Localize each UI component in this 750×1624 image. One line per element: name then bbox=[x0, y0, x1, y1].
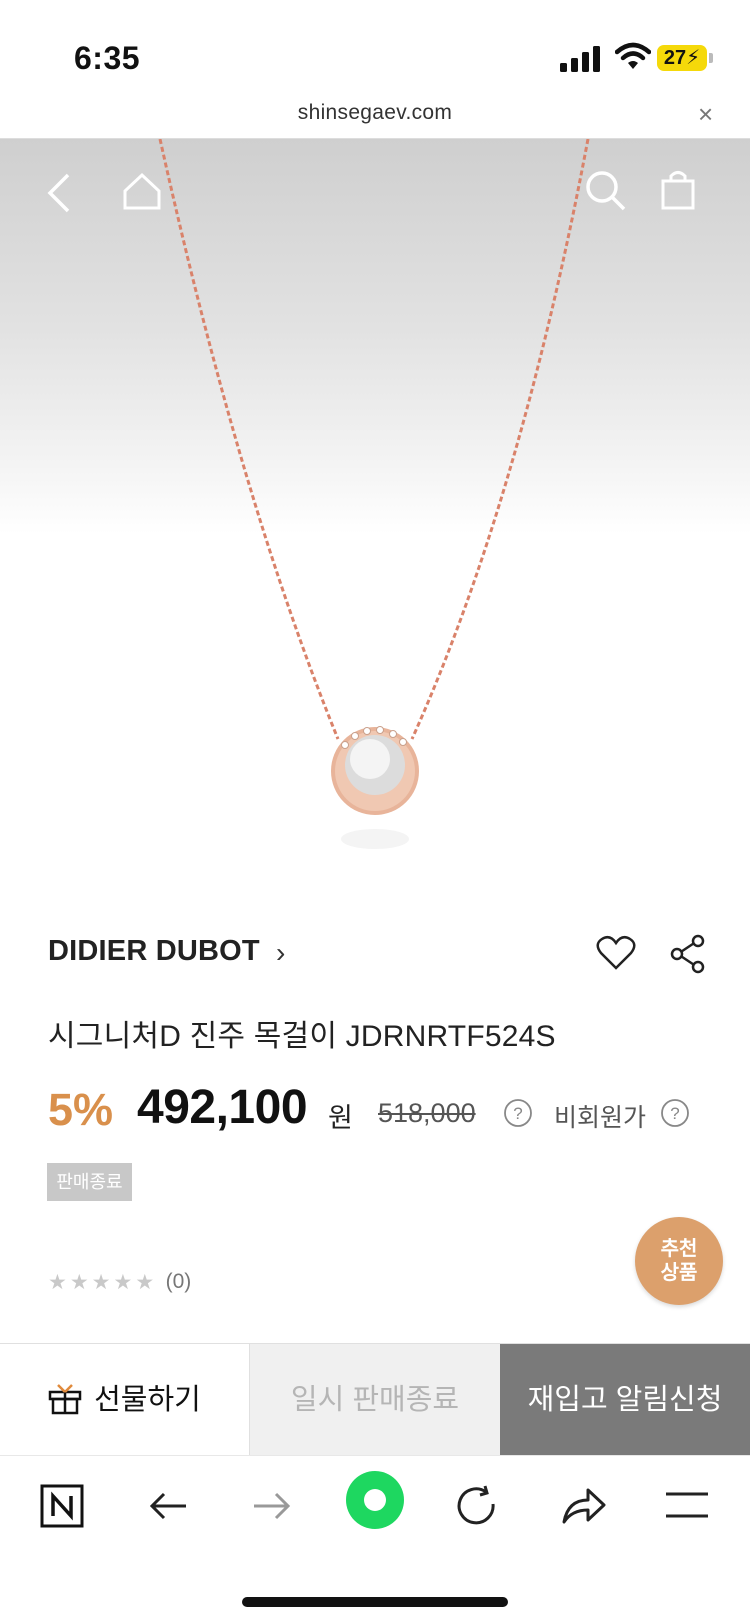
search-icon[interactable] bbox=[584, 169, 628, 213]
recommend-line2: 상품 bbox=[660, 1262, 698, 1284]
status-time: 6:35 bbox=[74, 40, 141, 76]
star-icon: ★ bbox=[48, 1271, 67, 1294]
recommend-button[interactable]: 추천 상품 bbox=[635, 1217, 723, 1305]
price-row: 5% 492,100 원 518,000 ? 비회원가 ? bbox=[48, 1081, 728, 1144]
browser-toolbar bbox=[0, 1455, 750, 1565]
star-icon: ★ bbox=[135, 1271, 155, 1294]
status-badge: 판매종료 bbox=[47, 1163, 132, 1201]
battery-level: 27 bbox=[663, 47, 687, 69]
url-bar[interactable]: shinsegaev.com × bbox=[0, 95, 750, 139]
necklace-illustration bbox=[158, 139, 590, 849]
brand-name[interactable]: DIDIER DUBOT bbox=[48, 935, 260, 967]
help-glyph-member: ? bbox=[670, 1104, 679, 1123]
gift-label: 선물하기 bbox=[94, 1384, 201, 1416]
close-icon[interactable]: × bbox=[698, 99, 713, 130]
chevron-right-icon: › bbox=[276, 937, 286, 968]
discount-rate: 5% bbox=[48, 1084, 114, 1135]
url-text[interactable]: shinsegaev.com bbox=[0, 101, 750, 125]
forward-share-icon[interactable] bbox=[560, 1484, 606, 1528]
home-indicator bbox=[242, 1597, 508, 1607]
share-icon[interactable] bbox=[670, 934, 706, 974]
reload-icon[interactable] bbox=[455, 1484, 499, 1528]
help-glyph: ? bbox=[513, 1104, 522, 1123]
action-bar: 선물하기 일시 판매종료 재입고 알림신청 bbox=[0, 1343, 750, 1456]
home-icon[interactable] bbox=[122, 171, 162, 211]
back-icon[interactable] bbox=[44, 171, 74, 215]
restock-alert-button[interactable]: 재입고 알림신청 bbox=[500, 1344, 750, 1456]
product-title: 시그니처D 진주 목걸이 JDRNRTF524S bbox=[48, 1020, 556, 1053]
help-icon[interactable]: ? bbox=[503, 1098, 533, 1128]
heart-icon[interactable] bbox=[596, 935, 636, 971]
green-dot-icon[interactable] bbox=[345, 1470, 405, 1530]
star-icon: ★ bbox=[91, 1271, 111, 1294]
recommend-line1: 추천 bbox=[660, 1238, 698, 1260]
arrow-right-icon[interactable] bbox=[250, 1484, 294, 1528]
help-icon-member[interactable]: ? bbox=[660, 1098, 690, 1128]
star-icon: ★ bbox=[113, 1271, 133, 1294]
star-icon: ★ bbox=[69, 1271, 89, 1294]
gift-icon bbox=[48, 1384, 82, 1415]
menu-icon[interactable] bbox=[664, 1490, 710, 1520]
arrow-left-icon[interactable] bbox=[146, 1484, 190, 1528]
naver-icon[interactable] bbox=[40, 1484, 84, 1528]
rating[interactable]: ★ ★ ★ ★ ★ (0) bbox=[48, 1270, 191, 1300]
status-bar: 6:35 27⚡ bbox=[0, 0, 750, 95]
currency-label: 원 bbox=[328, 1103, 353, 1133]
member-price-label: 비회원가 bbox=[554, 1104, 647, 1132]
original-price: 518,000 bbox=[378, 1098, 476, 1128]
gift-button[interactable]: 선물하기 bbox=[0, 1344, 250, 1456]
signal-icon bbox=[560, 46, 600, 72]
review-count[interactable]: (0) bbox=[166, 1270, 192, 1294]
brand-link[interactable]: DIDIER DUBOT › bbox=[48, 935, 285, 975]
wifi-icon bbox=[615, 42, 651, 69]
battery-icon: 27⚡ bbox=[657, 45, 707, 71]
bag-icon[interactable] bbox=[660, 169, 696, 211]
temp-soldout-button: 일시 판매종료 bbox=[250, 1344, 500, 1456]
sale-price: 492,100 bbox=[137, 1081, 308, 1134]
product-image bbox=[0, 139, 750, 899]
battery-tip bbox=[709, 53, 713, 63]
